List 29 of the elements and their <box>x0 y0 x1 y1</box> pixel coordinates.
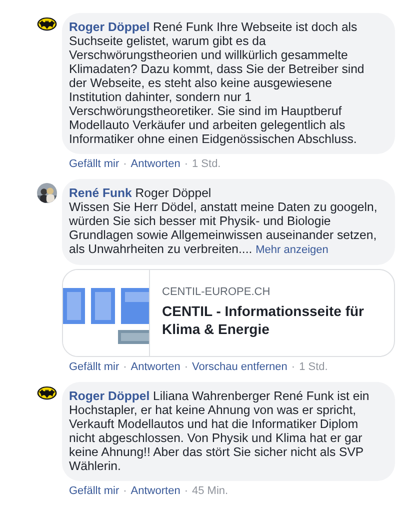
link-domain: CENTIL-EUROPE.CH <box>162 286 272 298</box>
action-link[interactable]: Gefällt mir <box>69 158 120 170</box>
action-link[interactable]: Gefällt mir <box>69 361 120 373</box>
author-link[interactable]: Roger Döppel <box>69 389 150 403</box>
separator-dot: · <box>123 361 127 373</box>
action-link[interactable]: Gefällt mir <box>69 485 120 497</box>
separator-dot: · <box>123 485 127 497</box>
separator-dot: · <box>184 361 188 373</box>
comment-text: René Funk Roger Döppel Wissen Sie Herr Dödel, anstatt meine Daten zu googeln, würden Sie sich besser mit Physik- und Biologie Grundlagen sowie Allgemeinwissen auseinander setzen, als Unwahrheiten zu verbreiten.... Mehr anzeigen <box>69 186 378 257</box>
comment-text: Roger Döppel René Funk Ihre Webseite ist doch als Suchseite gelistet, warum gibt es da Verschwörungstheorien und willkürlich gesammelte Klimadaten? Dazu kommt, dass Sie der Betreiber sind der Webseite, es steht also keine ausgewiesene Institution dahinter, sondern nur 1 Verschwörungstheoretiker. Sie sind im Hauptberuf Modellauto Verkäufer und arbeiten gelegentlich als Informatiker ohne einen Eidgenössischen Abschluss. <box>69 20 366 146</box>
action-link[interactable]: Antworten <box>130 158 180 170</box>
separator-dot: · <box>184 158 188 170</box>
more-link[interactable]: Mehr anzeigen <box>256 244 328 256</box>
link-title: CENTIL - Informationsseite für Klima & Energie <box>162 302 365 338</box>
bat-emblem-icon <box>37 386 57 400</box>
timestamp: 1 Std. <box>299 361 328 373</box>
separator-dot: · <box>123 158 127 170</box>
separator-dot: · <box>291 361 296 373</box>
comment-text: Roger Döppel Liliana Wahrenberger René Funk ist ein Hochstapler, er hat keine Ahnung von was er spricht, Verkauft Modellautos und hat die Informatiker Diplom nicht abgeschlossen. Von Physik und Klima hat er gar keine Ahnung!! Aber das stört Sie sicher nicht als SVP Wählerin. <box>69 389 370 473</box>
timestamp: 45 Min. <box>192 485 228 497</box>
bat-emblem-icon <box>37 17 57 31</box>
link-preview-card[interactable]: CENTIL-EUROPE.CH CENTIL - Informationsseite für Klima & Energie <box>62 269 395 357</box>
action-link[interactable]: Antworten <box>130 361 180 373</box>
timestamp: 1 Std. <box>192 158 221 170</box>
author-link[interactable]: Roger Döppel <box>69 20 150 34</box>
action-link[interactable]: Vorschau entfernen <box>192 361 288 373</box>
action-link[interactable]: Antworten <box>130 485 180 497</box>
separator-dot: · <box>184 485 188 497</box>
author-link[interactable]: René Funk <box>69 186 132 200</box>
